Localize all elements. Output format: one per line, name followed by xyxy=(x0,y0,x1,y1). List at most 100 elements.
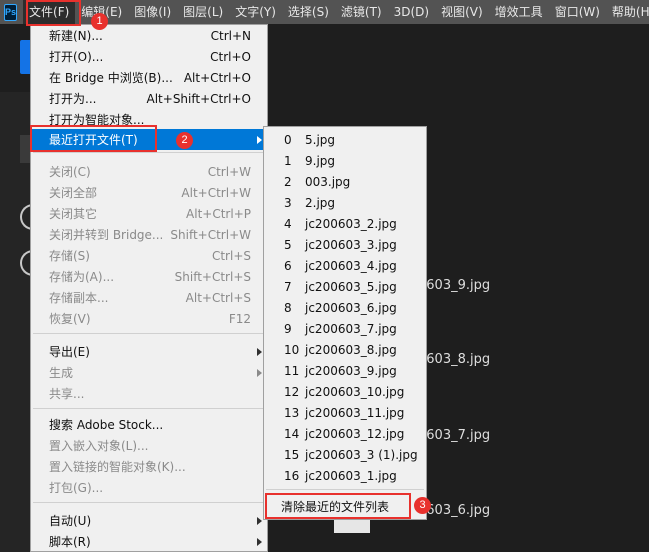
menu-item-open[interactable]: 打开(O)... Ctrl+O xyxy=(31,46,267,67)
menu-item-label: 搜索 Adobe Stock... xyxy=(49,418,164,432)
menu-item-place-linked[interactable]: 置入链接的智能对象(K)... xyxy=(31,456,267,477)
annotation-badge: 3 xyxy=(414,497,431,514)
menu-filter[interactable]: 滤镜(T) xyxy=(335,0,388,24)
menu-item-close-all[interactable]: 关闭全部 Alt+Ctrl+W xyxy=(31,182,267,203)
menu-item-shortcut: Ctrl+S xyxy=(211,248,251,263)
recent-file-item[interactable]: 0 5.jpg xyxy=(264,129,426,150)
menu-item-browse-bridge[interactable]: 在 Bridge 中浏览(B)... Alt+Ctrl+O xyxy=(31,67,267,88)
recent-file-item[interactable]: 4 jc200603_2.jpg xyxy=(264,213,426,234)
menu-separator xyxy=(33,502,265,503)
recent-file-index: 3 xyxy=(284,195,292,210)
menu-item-shortcut: Ctrl+O xyxy=(210,49,251,64)
recent-file-item[interactable]: 10 jc200603_8.jpg xyxy=(264,339,426,360)
menu-item-save-as[interactable]: 存储为(A)... Shift+Ctrl+S xyxy=(31,266,267,287)
menu-item-label: 在 Bridge 中浏览(B)... xyxy=(49,71,173,85)
recent-file-name: jc200603_1.jpg xyxy=(305,468,397,483)
recent-file-name: jc200603_7.jpg xyxy=(305,321,397,336)
menu-separator xyxy=(266,489,424,490)
annotation-box-file-menu xyxy=(26,0,81,26)
menu-item-shortcut: Shift+Ctrl+S xyxy=(174,269,251,284)
recent-file-item[interactable]: 16 jc200603_1.jpg xyxy=(264,465,426,486)
menu-plugins[interactable]: 增效工具 xyxy=(489,0,549,24)
menu-item-shortcut: Alt+Ctrl+W xyxy=(181,185,251,200)
submenu-arrow-icon xyxy=(257,135,262,144)
recent-file-name: 5.jpg xyxy=(305,132,336,147)
menu-item-share[interactable]: 共享... xyxy=(31,383,267,404)
recent-file-item[interactable]: 3 2.jpg xyxy=(264,192,426,213)
menu-item-label: 打开为... xyxy=(49,92,97,106)
menu-layer[interactable]: 图层(L) xyxy=(177,0,229,24)
menu-3d[interactable]: 3D(D) xyxy=(388,0,435,24)
recent-file-item[interactable]: 1 9.jpg xyxy=(264,150,426,171)
submenu-arrow-icon xyxy=(257,368,262,377)
recent-file-name: jc200603_2.jpg xyxy=(305,216,397,231)
menu-item-shortcut: Shift+Ctrl+W xyxy=(170,227,251,242)
recent-file-item[interactable]: 9 jc200603_7.jpg xyxy=(264,318,426,339)
menu-item-save[interactable]: 存储(S) Ctrl+S xyxy=(31,245,267,266)
menu-item-label: 自动(U) xyxy=(49,514,92,528)
recent-file-index: 12 xyxy=(284,384,300,399)
menu-item-new[interactable]: 新建(N)... Ctrl+N xyxy=(31,25,267,46)
menu-item-close-others[interactable]: 关闭其它 Alt+Ctrl+P xyxy=(31,203,267,224)
file-menu: 新建(N)... Ctrl+N 打开(O)... Ctrl+O 在 Bridge 中… xyxy=(30,24,268,552)
menu-item-close[interactable]: 关闭(C) Ctrl+W xyxy=(31,161,267,182)
recent-file-item[interactable]: 6 jc200603_4.jpg xyxy=(264,255,426,276)
recent-file-item[interactable]: 8 jc200603_6.jpg xyxy=(264,297,426,318)
recent-file-index: 0 xyxy=(284,132,292,147)
menu-item-label: 打开(O)... xyxy=(49,50,104,64)
menu-item-place-embedded[interactable]: 置入嵌入对象(L)... xyxy=(31,435,267,456)
menu-item-label: 置入链接的智能对象(K)... xyxy=(49,460,186,474)
menu-separator xyxy=(33,152,265,153)
recent-file-name: jc200603_4.jpg xyxy=(305,258,397,273)
recent-file-name: jc200603_10.jpg xyxy=(305,384,405,399)
recent-file-index: 5 xyxy=(284,237,292,252)
menu-item-label: 导出(E) xyxy=(49,345,90,359)
menu-window[interactable]: 窗口(W) xyxy=(549,0,606,24)
recent-file-index: 11 xyxy=(284,363,300,378)
menu-item-shortcut: Ctrl+N xyxy=(210,28,251,43)
submenu-arrow-icon xyxy=(257,537,262,546)
recent-file-name: 9.jpg xyxy=(305,153,336,168)
menu-item-label: 存储(S) xyxy=(49,249,90,263)
recent-file-item[interactable]: 15 jc200603_3 (1).jpg xyxy=(264,444,426,465)
recent-file-name[interactable]: 0603_7.jpg xyxy=(418,428,490,443)
recent-file-index: 9 xyxy=(284,321,292,336)
recent-file-item[interactable]: 2 003.jpg xyxy=(264,171,426,192)
menu-item-package[interactable]: 打包(G)... xyxy=(31,477,267,498)
recent-file-item[interactable]: 12 jc200603_10.jpg xyxy=(264,381,426,402)
menu-item-automate[interactable]: 自动(U) xyxy=(31,510,267,531)
recent-file-item[interactable]: 11 jc200603_9.jpg xyxy=(264,360,426,381)
menu-select[interactable]: 选择(S) xyxy=(282,0,335,24)
recent-file-index: 2 xyxy=(284,174,292,189)
recent-file-name: jc200603_5.jpg xyxy=(305,279,397,294)
recent-file-item[interactable]: 14 jc200603_12.jpg xyxy=(264,423,426,444)
menu-item-close-go-bridge[interactable]: 关闭并转到 Bridge... Shift+Ctrl+W xyxy=(31,224,267,245)
recent-file-name: jc200603_12.jpg xyxy=(305,426,405,441)
menu-item-shortcut: Alt+Ctrl+P xyxy=(186,206,251,221)
menu-image[interactable]: 图像(I) xyxy=(128,0,177,24)
menu-item-export[interactable]: 导出(E) xyxy=(31,341,267,362)
recent-file-index: 15 xyxy=(284,447,300,462)
menu-item-search-adobe-stock[interactable]: 搜索 Adobe Stock... xyxy=(31,414,267,435)
menu-item-shortcut: Ctrl+W xyxy=(207,164,251,179)
menu-item-label: 共享... xyxy=(49,387,85,401)
recent-file-item[interactable]: 5 jc200603_3.jpg xyxy=(264,234,426,255)
recent-file-item[interactable]: 7 jc200603_5.jpg xyxy=(264,276,426,297)
menu-help[interactable]: 帮助(H) xyxy=(606,0,649,24)
recent-file-index: 4 xyxy=(284,216,292,231)
menu-item-scripts[interactable]: 脚本(R) xyxy=(31,531,267,552)
menu-item-shortcut: Alt+Ctrl+O xyxy=(183,70,251,85)
menu-type[interactable]: 文字(Y) xyxy=(229,0,282,24)
menu-item-label: 脚本(R) xyxy=(49,535,91,549)
recent-file-name[interactable]: 0603_9.jpg xyxy=(418,278,490,293)
menu-view[interactable]: 视图(V) xyxy=(435,0,489,24)
recent-file-index: 1 xyxy=(284,153,292,168)
menu-item-revert[interactable]: 恢复(V) F12 xyxy=(31,308,267,329)
menu-item-save-copy[interactable]: 存储副本... Alt+Ctrl+S xyxy=(31,287,267,308)
menu-item-label: 打包(G)... xyxy=(49,481,104,495)
recent-file-item[interactable]: 13 jc200603_11.jpg xyxy=(264,402,426,423)
menu-item-open-as[interactable]: 打开为... Alt+Shift+Ctrl+O xyxy=(31,88,267,109)
menu-item-shortcut: Alt+Shift+Ctrl+O xyxy=(146,91,251,106)
menu-item-generate[interactable]: 生成 xyxy=(31,362,267,383)
recent-file-name[interactable]: 0603_8.jpg xyxy=(418,352,490,367)
